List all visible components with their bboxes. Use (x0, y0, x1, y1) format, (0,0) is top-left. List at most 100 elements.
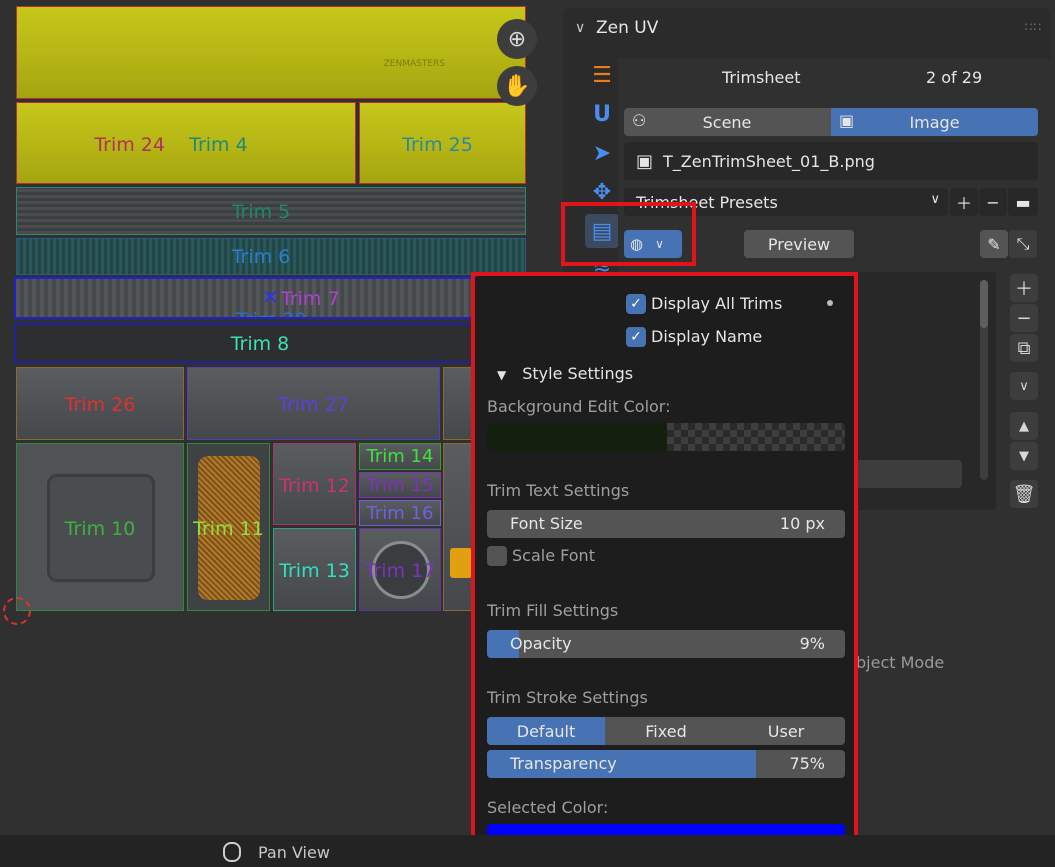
drag-handle-icon[interactable]: ∷∷ (1025, 20, 1042, 34)
trim-label: Trim 25 (402, 134, 473, 156)
trim-24-area[interactable]: Trim 24 Trim 4 (16, 102, 356, 184)
trim-25-area[interactable]: Trim 25 (359, 102, 526, 184)
stroke-mode-selector: Default Fixed User (487, 717, 845, 745)
pan-view-label: Pan View (258, 843, 330, 862)
trim-5-area[interactable]: Trim 5 (16, 187, 526, 235)
select-arrow-icon[interactable]: ➤ (585, 136, 619, 170)
trim-16-area[interactable]: Trim 16 (359, 500, 441, 526)
trim-label: Trim 11 (193, 518, 264, 540)
trim-stamp: ZENMASTERS (383, 59, 445, 69)
hand-icon[interactable]: ✋ (497, 66, 537, 106)
trim-17-area[interactable]: Trim 17 (359, 528, 441, 611)
trim-label: Trim 13 (279, 560, 350, 582)
tab-scene[interactable]: ⚇ Scene (624, 108, 830, 136)
tab-scene-label: Scene (702, 112, 752, 132)
stroke-mode-default[interactable]: Default (487, 717, 605, 745)
trim-label: Trim 17 (364, 560, 436, 582)
preview-button[interactable]: Preview (744, 230, 854, 258)
trim-28-area[interactable] (443, 367, 476, 440)
tab-image[interactable]: ▣ Image (831, 108, 1038, 136)
trim-stroke-settings-label: Trim Stroke Settings (487, 688, 648, 707)
display-name-checkbox[interactable]: ✓ (626, 327, 646, 347)
trim-edge-orange (450, 548, 472, 578)
scale-font-checkbox[interactable] (487, 546, 507, 566)
trim-29-label: Trim 29 (236, 309, 307, 317)
panel-title: Zen UV (596, 18, 659, 38)
chevron-down-icon: ∨ (930, 192, 940, 207)
tool-tab-column: ☰ U ➤ ✥ ▤ ≋ (581, 58, 623, 292)
remove-trim-button[interactable]: − (1010, 304, 1038, 332)
trim-label: Trim 15 (366, 475, 434, 496)
move-icon[interactable]: ✥ (585, 175, 619, 209)
app-window: ZENMASTERS Trim 24 Trim 4 Trim 25 Trim 5… (0, 0, 1055, 867)
display-all-trims-checkbox[interactable]: ✓ (626, 294, 646, 314)
move-down-button[interactable]: ▼ (1010, 442, 1038, 470)
trim-label: Trim 8 (230, 333, 290, 355)
pencil-icon[interactable]: ✎ (980, 230, 1008, 258)
trimsheet-icon[interactable]: ▤ (585, 214, 619, 248)
trim-8-area[interactable]: Trim 8 (14, 323, 476, 363)
trim-7-label: Trim 7 (281, 288, 340, 310)
trim-edge-area[interactable] (443, 443, 476, 611)
bg-edit-color-swatch[interactable] (487, 423, 845, 451)
trim-text-settings-label: Trim Text Settings (487, 481, 630, 500)
scale-font-label: Scale Font (512, 546, 595, 565)
trim-14-area[interactable]: Trim 14 (359, 443, 441, 470)
display-settings-toggle[interactable]: ◍ ∨ (624, 230, 682, 258)
trim-counter: 2 of 29 (926, 68, 983, 87)
expand-triangle-icon: ▼ (497, 368, 507, 382)
stroke-mode-user[interactable]: User (727, 717, 845, 745)
trim-15-area[interactable]: Trim 15 (359, 472, 441, 498)
trim-13-area[interactable]: Trim 13 (273, 528, 356, 611)
opacity-value: 9% (799, 634, 825, 653)
folder-icon[interactable]: ▬ (1008, 188, 1038, 216)
trim-12-area[interactable]: Trim 12 (273, 443, 356, 525)
list-row[interactable] (854, 460, 962, 488)
cursor-2d-icon[interactable] (3, 597, 31, 625)
display-name-label: Display Name (651, 327, 763, 346)
collapse-chevron-icon[interactable]: ∨ (575, 20, 585, 36)
tab-image-label: Image (909, 112, 960, 132)
display-settings-popup: ✓ Display All Trims ✓ Display Name ▼ Styl… (475, 276, 854, 861)
zoom-in-icon[interactable]: ⊕ (497, 19, 537, 59)
trim-label: Trim 10 (64, 518, 136, 540)
overlay-icon: ◍ (630, 235, 644, 253)
image-file-name: T_ZenTrimSheet_01_B.png (663, 151, 875, 171)
collapse-icon[interactable]: ⤡ (1009, 230, 1037, 258)
transparency-value: 75% (789, 754, 825, 773)
trim-label: Trim 27 (278, 394, 349, 416)
trim-label: Trim 6 (231, 246, 291, 268)
trim-11-area[interactable]: Trim 11 (187, 443, 270, 611)
trim-label: Trim 12 (279, 475, 350, 497)
remove-preset-button[interactable]: − (979, 188, 1007, 216)
font-size-label: Font Size (510, 514, 583, 533)
add-trim-button[interactable]: ＋ (1010, 274, 1038, 302)
selected-color-label: Selected Color: (487, 798, 609, 817)
presets-dropdown[interactable]: Trimsheet Presets ∨ (624, 188, 948, 216)
list-scroll-thumb[interactable] (980, 280, 988, 328)
style-settings-toggle[interactable]: ▼ Style Settings (497, 364, 633, 383)
duplicate-icon[interactable]: ⧉ (1010, 334, 1038, 362)
trash-icon[interactable]: 🗑 (1010, 480, 1038, 508)
font-size-field[interactable]: Font Size 10 px (487, 510, 845, 538)
trim-7-area[interactable]: Trim 7 Trim 29 ✕ (14, 277, 476, 319)
trim-label: Trim 14 (366, 446, 434, 467)
chevron-down-icon[interactable]: ∨ (1010, 372, 1038, 400)
trim-label: Trim 24 Trim 4 (94, 134, 248, 156)
trim-label: Trim 16 (366, 503, 434, 524)
trim-10-area[interactable]: Trim 10 (16, 443, 184, 611)
add-preset-button[interactable]: ＋ (950, 188, 978, 216)
opacity-slider[interactable]: Opacity 9% (487, 630, 845, 658)
image-icon: ▣ (839, 111, 855, 130)
trim-26-area[interactable]: Trim 26 (16, 367, 184, 440)
trim-area-top[interactable]: ZENMASTERS (16, 6, 526, 99)
section-title: Trimsheet (722, 68, 801, 87)
list-icon[interactable]: ☰ (585, 58, 619, 92)
u-icon[interactable]: U (585, 97, 619, 131)
trim-27-area[interactable]: Trim 27 (187, 367, 440, 440)
transparency-slider[interactable]: Transparency 75% (487, 750, 845, 778)
trim-6-area[interactable]: Trim 6 (16, 238, 526, 275)
stroke-mode-fixed[interactable]: Fixed (607, 717, 725, 745)
image-file-field[interactable]: ▣ T_ZenTrimSheet_01_B.png (624, 142, 1038, 180)
move-up-button[interactable]: ▲ (1010, 412, 1038, 440)
